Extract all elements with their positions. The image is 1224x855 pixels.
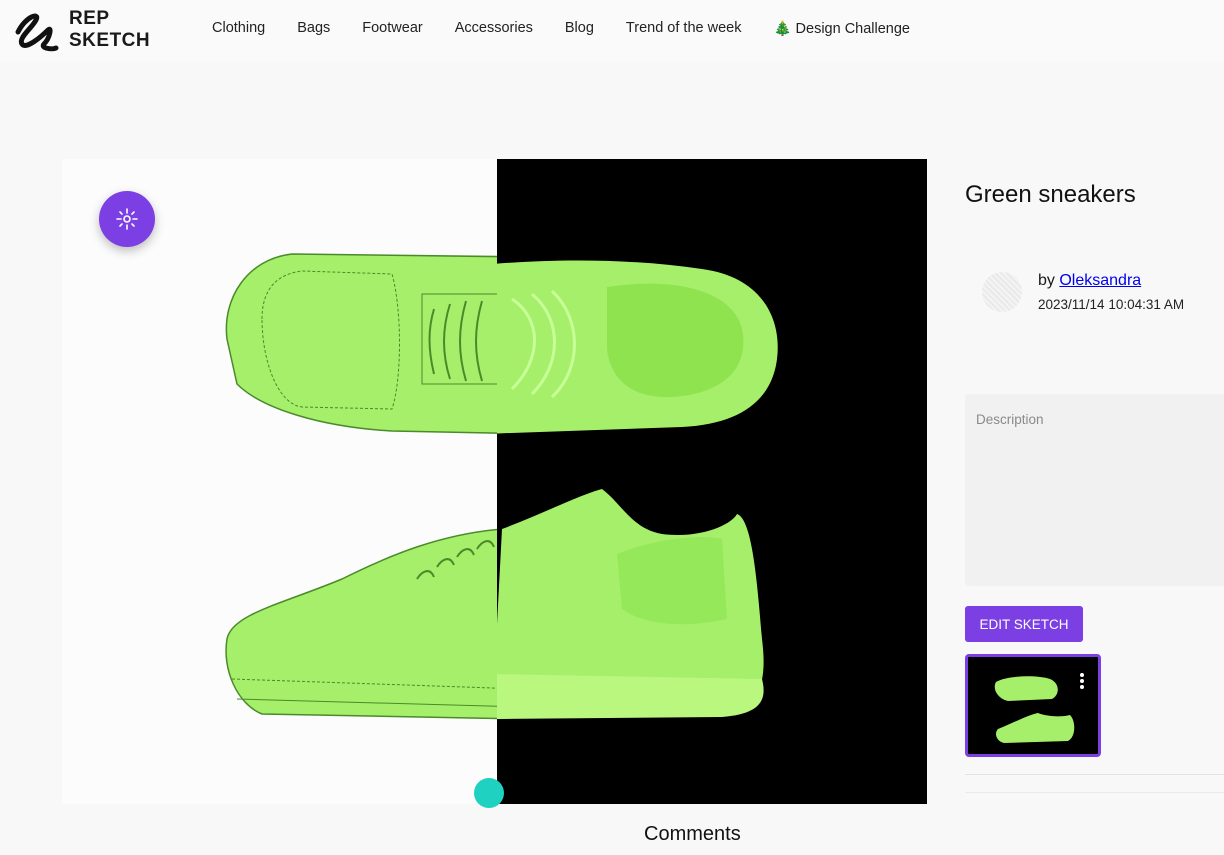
magic-enhance-button[interactable] (99, 191, 155, 247)
logo-line-rep: REP (69, 8, 110, 29)
author-link[interactable]: Oleksandra (1059, 272, 1141, 289)
logo-text: REP SKETCH (69, 8, 150, 52)
sketch-timestamp: 2023/11/14 10:04:31 AM (1038, 297, 1185, 312)
sneaker-images (225, 253, 778, 720)
rendered-sneaker-photo (497, 260, 778, 719)
nav-trend-of-the-week[interactable]: Trend of the week (626, 20, 742, 37)
edit-sketch-button[interactable]: EDIT SKETCH (965, 606, 1083, 642)
more-options-icon[interactable] (1080, 673, 1084, 691)
main-nav: Clothing Bags Footwear Accessories Blog … (212, 20, 910, 37)
floating-widget-edge[interactable] (474, 778, 504, 808)
sketch-thumbnail[interactable] (965, 654, 1101, 757)
nav-bags[interactable]: Bags (297, 20, 330, 37)
comments-heading: Comments (644, 823, 741, 845)
author-prefix: by (1038, 272, 1055, 289)
nav-design-challenge[interactable]: 🎄 Design Challenge (773, 20, 910, 37)
logo[interactable]: REP SKETCH (12, 6, 162, 58)
logo-line-sketch: SKETCH (69, 30, 151, 51)
nav-clothing[interactable]: Clothing (212, 20, 265, 37)
author-avatar[interactable] (982, 272, 1022, 312)
sketch-title: Green sneakers (965, 181, 1136, 208)
logo-scribble-icon (15, 13, 59, 52)
thumbnail-sneakers-image (994, 676, 1075, 743)
nav-footwear[interactable]: Footwear (362, 20, 422, 37)
divider (965, 792, 1224, 793)
sparkle-icon (116, 208, 138, 230)
description-placeholder: Description (976, 412, 1044, 427)
nav-blog[interactable]: Blog (565, 20, 594, 37)
author-line: by Oleksandra (1038, 272, 1141, 290)
divider (965, 774, 1224, 775)
site-header: REP SKETCH Clothing Bags Footwear Access… (0, 0, 1224, 62)
nav-accessories[interactable]: Accessories (455, 20, 533, 37)
description-field[interactable]: Description (965, 394, 1224, 586)
sketch-comparison-viewer[interactable] (62, 159, 927, 804)
